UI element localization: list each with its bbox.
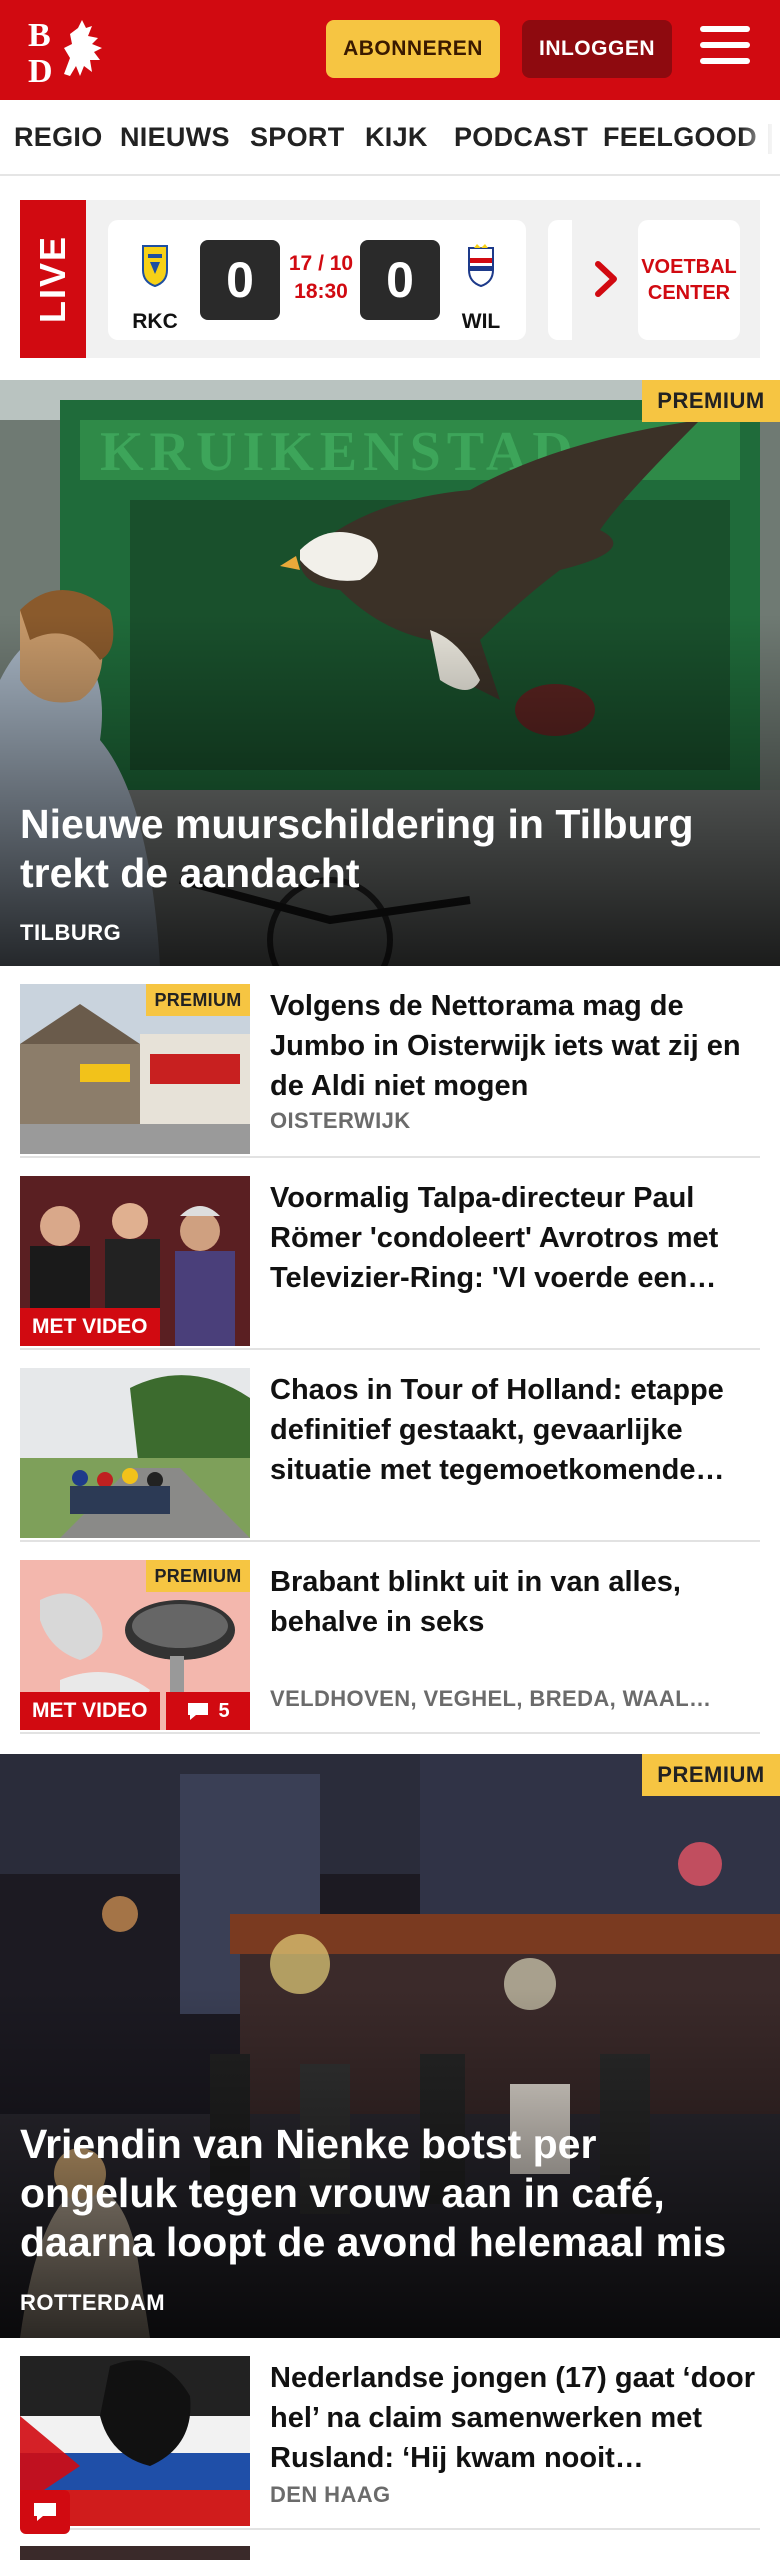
next-match-card-peek[interactable] (548, 220, 572, 340)
nav-item-regio[interactable]: REGIO (14, 122, 103, 153)
live-label: LIVE (20, 200, 86, 358)
home-team-name: RKC (132, 310, 178, 333)
article-location: DEN HAAG (270, 2482, 391, 2507)
premium-badge: PREMIUM (642, 380, 780, 422)
article-thumbnail (20, 1368, 250, 1538)
voetbal-center-link[interactable]: VOETBAL CENTER (638, 220, 740, 340)
article-title[interactable]: Volgens de Nettorama mag de Jumbo in Ois… (270, 986, 760, 1106)
away-score: 0 (360, 240, 440, 320)
site-header: B D ABONNEREN INLOGGEN (0, 0, 780, 100)
nav-item-feelgood[interactable]: FEELGOOD (603, 122, 757, 153)
svg-text:B: B (28, 17, 51, 54)
nav-fade (740, 100, 780, 174)
article-item-tour-of-holland[interactable]: Chaos in Tour of Holland: etappe definit… (20, 1350, 760, 1542)
next-article-thumbnail-peek (20, 2546, 250, 2560)
chevron-right-icon[interactable] (588, 258, 624, 300)
article-location: VELDHOVEN, VEGHEL, BREDA, WAAL… (270, 1686, 712, 1711)
nav-item-nieuws[interactable]: NIEUWS (120, 122, 230, 153)
nav-item-sport[interactable]: SPORT (250, 122, 345, 153)
premium-badge: PREMIUM (146, 1560, 250, 1592)
match-card[interactable]: RKC 0 17 / 10 18:30 0 WIL (108, 220, 526, 340)
floating-comment-icon[interactable] (20, 2490, 70, 2534)
article-item-romer[interactable]: MET VIDEO Voormalig Talpa-directeur Paul… (20, 1158, 760, 1350)
section-nav: REGIO NIEUWS SPORT KIJK PODCAST FEELGOOD (0, 100, 780, 176)
article-title[interactable]: Nederlandse jongen (17) gaat ‘door hel’ … (270, 2358, 760, 2478)
article-title[interactable]: Brabant blinkt uit in van alles, behalve… (270, 1562, 760, 1642)
hero-headline[interactable]: Vriendin van Nienke botst per ongeluk te… (20, 2120, 750, 2267)
premium-badge: PREMIUM (146, 984, 250, 1016)
home-team: RKC (120, 244, 190, 333)
hero-location: TILBURG (20, 920, 122, 945)
away-team-name: WIL (461, 310, 501, 333)
comment-icon (188, 1703, 209, 1720)
svg-text:D: D (28, 53, 53, 86)
video-badge: MET VIDEO (20, 1308, 160, 1346)
article-location: OISTERWIJK (270, 1108, 411, 1133)
bd-logo[interactable]: B D (26, 14, 116, 90)
nav-item-podcast[interactable]: PODCAST (454, 122, 588, 153)
hero-article-tilburg[interactable]: KRUIKENSTAD PREMIUM Nieuwe muurschilderi… (0, 380, 780, 966)
live-scores-bar: LIVE RKC 0 17 / 10 18:30 0 WIL VOETBAL C… (20, 200, 760, 358)
rkc-crest-icon (142, 245, 168, 288)
home-score: 0 (200, 240, 280, 320)
subscribe-button[interactable]: ABONNEREN (326, 20, 500, 78)
article-item-nettorama[interactable]: PREMIUM Volgens de Nettorama mag de Jumb… (20, 966, 760, 1158)
article-thumbnail: PREMIUM MET VIDEO 5 (20, 1560, 250, 1730)
willem-ii-crest-icon (468, 244, 494, 288)
comments-count[interactable]: 5 (166, 1692, 250, 1730)
nav-item-kijk[interactable]: KIJK (365, 122, 428, 153)
article-title[interactable]: Chaos in Tour of Holland: etappe definit… (270, 1370, 760, 1490)
login-button[interactable]: INLOGGEN (522, 20, 672, 78)
hero-gradient (0, 614, 780, 966)
video-badge: MET VIDEO (20, 1692, 160, 1730)
article-item-brabant[interactable]: PREMIUM MET VIDEO 5 Brabant blinkt uit i… (20, 1542, 760, 1734)
hero-headline[interactable]: Nieuwe muurschildering in Tilburg trekt … (20, 800, 750, 898)
match-datetime: 17 / 10 18:30 (288, 252, 354, 303)
hero-article-rotterdam[interactable]: PREMIUM Vriendin van Nienke botst per on… (0, 1754, 780, 2338)
article-item-rusland[interactable]: Nederlandse jongen (17) gaat ‘door hel’ … (20, 2338, 760, 2530)
article-title[interactable]: Voormalig Talpa-directeur Paul Römer 'co… (270, 1178, 760, 1298)
hero-location: ROTTERDAM (20, 2290, 166, 2315)
away-team: WIL (446, 244, 516, 333)
article-thumbnail: PREMIUM (20, 984, 250, 1154)
hamburger-menu-icon[interactable] (700, 26, 754, 72)
premium-badge: PREMIUM (642, 1754, 780, 1796)
article-thumbnail: MET VIDEO (20, 1176, 250, 1346)
